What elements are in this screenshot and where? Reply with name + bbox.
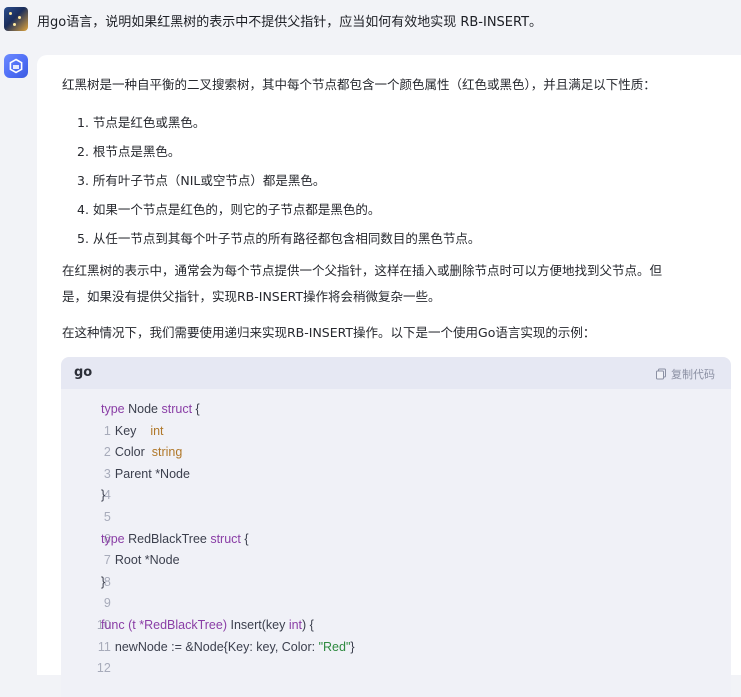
code-type: string xyxy=(151,445,183,460)
copy-code-label: 复制代码 xyxy=(671,368,715,381)
user-message-text: 用go语言，说明如果红黑树的表示中不提供父指针，应当如何有效地实现 RB-INS… xyxy=(37,15,543,30)
code-type: int xyxy=(288,617,303,632)
code-text: } xyxy=(101,488,106,503)
code-line: 11 func (t *RedBlackTree) Insert(key int… xyxy=(61,615,314,654)
code-identifier: RedBlackTree xyxy=(124,531,211,546)
code-string: "Red" xyxy=(318,639,351,654)
code-punct: { xyxy=(192,402,200,416)
code-identifier: Insert(key xyxy=(230,617,289,632)
code-punct: { xyxy=(240,531,249,546)
answer-paragraph-3: 在这种情况下，我们需要使用递归来实现RB-INSERT操作。以下是一个使用Go语… xyxy=(62,325,596,340)
code-identifier: Key xyxy=(101,423,151,438)
list-item: 1. 节点是红色或黑色。 xyxy=(77,115,206,130)
code-block: go 复制代码 1 type Node struct { 2 Key int 3 xyxy=(61,357,731,697)
code-line: 12 newNode := &Node{Key: key, Color: "Re… xyxy=(61,637,355,676)
list-item: 5. 从任一节点到其每个叶子节点的所有路径都包含相同数目的黑色节点。 xyxy=(77,231,481,246)
properties-list: 1. 节点是红色或黑色。 2. 根节点是黑色。 3. 所有叶子节点（NIL或空节… xyxy=(77,108,480,253)
user-avatar xyxy=(4,7,28,31)
code-text: Root *Node xyxy=(101,553,180,568)
copy-icon xyxy=(656,368,666,380)
code-line: 2 Key int xyxy=(61,421,164,460)
code-type: int xyxy=(150,423,164,438)
answer-paragraph-2-line-1: 在红黑树的表示中，通常会为每个节点提供一个父指针，这样在插入或删除节点时可以方便… xyxy=(62,263,663,278)
code-line: 9 } xyxy=(61,572,111,611)
code-line: 4 Parent *Node xyxy=(61,464,190,503)
code-identifier: Node xyxy=(124,402,162,416)
code-line: 5 } xyxy=(61,485,111,524)
code-punct: } xyxy=(350,639,355,654)
line-number: 12 xyxy=(96,661,111,676)
assistant-answer-card: 红黑树是一种自平衡的二叉搜索树，其中每个节点都包含一个颜色属性（红色或黑色），并… xyxy=(37,55,741,697)
code-line: 10 xyxy=(61,593,111,632)
code-line: 1 type Node struct { xyxy=(61,399,200,438)
code-identifier: Color xyxy=(101,445,152,460)
code-text: Parent *Node xyxy=(101,466,190,481)
assistant-logo-icon xyxy=(4,54,28,78)
code-line: 3 Color string xyxy=(61,442,182,481)
code-language-label: go xyxy=(74,365,93,380)
code-keyword: struct xyxy=(210,531,241,546)
code-identifier: newNode := &Node{Key: key, Color: xyxy=(101,639,319,654)
code-keyword: struct xyxy=(161,402,193,416)
code-keyword: func xyxy=(101,617,125,632)
code-text: } xyxy=(101,574,106,589)
list-item: 2. 根节点是黑色。 xyxy=(77,144,181,159)
code-punct: ) { xyxy=(302,617,314,632)
answer-intro: 红黑树是一种自平衡的二叉搜索树，其中每个节点都包含一个颜色属性（红色或黑色），并… xyxy=(62,77,656,92)
code-keyword: type xyxy=(101,402,125,416)
list-item: 4. 如果一个节点是红色的，则它的子节点都是黑色的。 xyxy=(77,202,381,217)
user-message-row: 用go语言，说明如果红黑树的表示中不提供父指针，应当如何有效地实现 RB-INS… xyxy=(0,0,741,46)
list-item: 3. 所有叶子节点（NIL或空节点）都是黑色。 xyxy=(77,173,326,188)
code-line: 6 xyxy=(61,507,111,546)
answer-paragraph-2-line-2: 是，如果没有提供父指针，实现RB-INSERT操作将会稍微复杂一些。 xyxy=(62,289,441,304)
code-line: 7 type RedBlackTree struct { xyxy=(61,529,249,568)
code-block-header: go 复制代码 xyxy=(61,357,731,389)
code-receiver: (t *RedBlackTree) xyxy=(124,617,231,632)
code-lines: 1 type Node struct { 2 Key int 3 Color s… xyxy=(61,399,355,676)
code-line: 8 Root *Node xyxy=(61,550,180,589)
copy-code-button[interactable]: 复制代码 xyxy=(655,366,715,382)
code-keyword: type xyxy=(101,531,125,546)
